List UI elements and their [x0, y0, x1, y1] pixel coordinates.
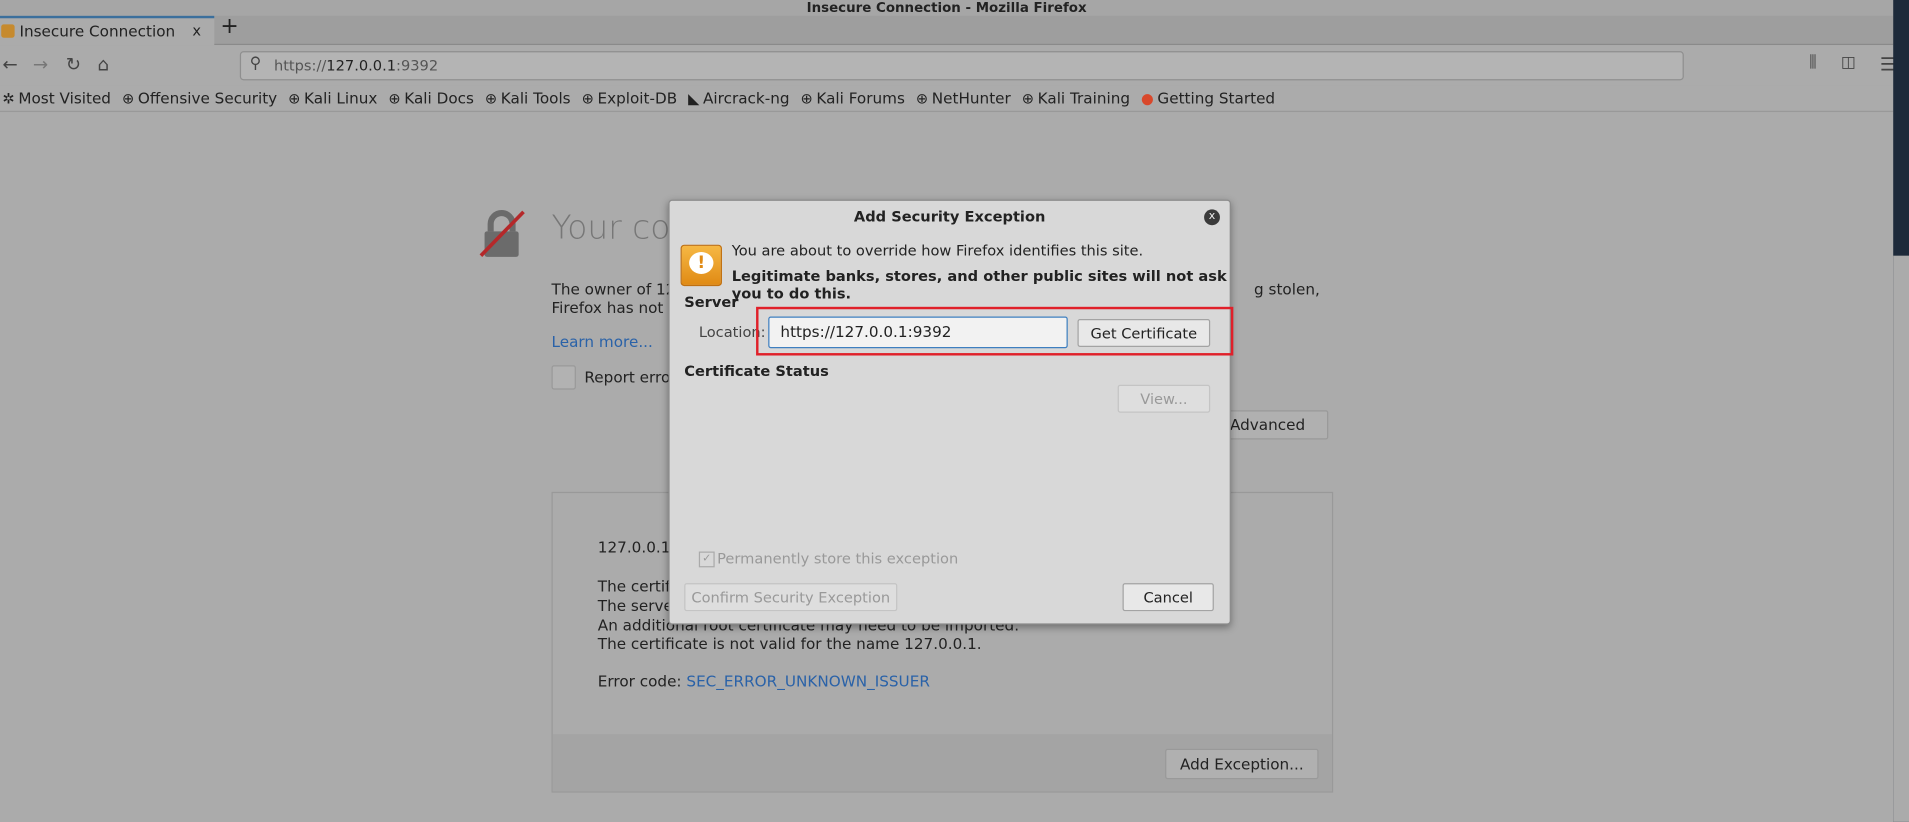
warning-icon: ! — [680, 244, 722, 287]
back-icon[interactable]: ← — [2, 54, 17, 76]
warning-text-bold: Legitimate banks, stores, and other publ… — [731, 267, 1227, 302]
intro-text-line2: Firefox has not co — [551, 298, 686, 317]
url-text: https://127.0.0.1:9392 — [273, 57, 439, 75]
view-certificate-button[interactable]: View... — [1117, 384, 1211, 413]
bookmark-label: Kali Tools — [500, 88, 571, 108]
firefox-icon: ● — [1141, 89, 1154, 107]
certificate-status-label: Certificate Status — [684, 362, 829, 380]
bookmark-label: Kali Training — [1037, 88, 1131, 108]
globe-icon: ⊕ — [288, 89, 301, 107]
forward-icon[interactable]: → — [33, 54, 48, 76]
page-edge — [1893, 255, 1909, 822]
permanently-store-checkbox[interactable]: ✓ — [698, 550, 715, 567]
bookmark-item[interactable]: ⊕ Kali Docs — [388, 89, 474, 107]
bookmark-label: Aircrack-ng — [703, 88, 790, 108]
bookmark-item[interactable]: ● Getting Started — [1141, 89, 1275, 107]
bookmarks-toolbar: ✲ Most Visited ⊕ Offensive Security ⊕ Kali Li… — [0, 85, 1894, 113]
globe-icon: ⊕ — [388, 89, 401, 107]
bookmark-item[interactable]: ⊕ Kali Tools — [485, 89, 571, 107]
warning-text: You are about to override how Firefox id… — [731, 242, 1144, 260]
sidebar-icon[interactable]: ◫ — [1841, 54, 1856, 72]
bookmark-item[interactable]: ◣ Aircrack-ng — [688, 89, 789, 107]
details-line2: The server — [597, 596, 680, 615]
error-code-link[interactable]: SEC_ERROR_UNKNOWN_ISSUER — [686, 672, 930, 690]
dialog-close-icon[interactable]: x — [1204, 209, 1220, 226]
new-tab-button[interactable]: + — [220, 13, 238, 39]
bookmark-item[interactable]: ⊕ Kali Forums — [800, 89, 904, 107]
reload-icon[interactable]: ↻ — [66, 54, 81, 76]
dialog-title: Add Security Exception — [853, 208, 1046, 226]
globe-icon: ⊕ — [915, 89, 929, 107]
report-error-checkbox[interactable] — [551, 365, 576, 390]
bookmark-label: Kali Docs — [404, 88, 474, 108]
add-security-exception-dialog: Add Security Exception x ! You are about… — [668, 199, 1231, 625]
home-icon[interactable]: ⌂ — [97, 54, 109, 76]
report-error-label: Report error — [584, 367, 677, 386]
library-icon[interactable]: ⫼ — [1809, 54, 1816, 72]
details-line4: The certificate is not valid for the nam… — [597, 634, 982, 653]
gear-icon: ✲ — [2, 89, 15, 107]
bookmark-item[interactable]: ⊕ Kali Training — [1022, 89, 1130, 107]
firefox-window: Insecure Connection - Mozilla Firefox In… — [0, 0, 1909, 822]
highlight-annotation-box — [756, 306, 1234, 356]
globe-icon: ⊕ — [484, 89, 498, 107]
bookmark-label: Exploit-DB — [597, 88, 678, 108]
server-section-label: Server — [684, 293, 739, 311]
globe-icon: ⊕ — [1021, 89, 1034, 107]
url-bar[interactable]: ⚲ https://127.0.0.1:9392 — [239, 51, 1684, 81]
window-titlebar: Insecure Connection - Mozilla Firefox — [0, 0, 1894, 16]
bookmark-item[interactable]: ⊕ Offensive Security — [122, 89, 277, 107]
bookmark-item[interactable]: ✲ Most Visited — [2, 89, 111, 107]
tab-close-icon[interactable]: x — [192, 22, 201, 39]
learn-more-link[interactable]: Learn more... — [552, 332, 653, 350]
add-exception-button[interactable]: Add Exception... — [1165, 748, 1319, 780]
broken-lock-icon — [479, 210, 525, 257]
tab-strip: Insecure Connection x + — [0, 13, 1894, 46]
bookmark-item[interactable]: ⊕ NetHunter — [916, 89, 1011, 107]
bookmark-label: Kali Linux — [304, 88, 378, 108]
bookmark-label: NetHunter — [931, 88, 1011, 108]
bookmark-label: Getting Started — [1157, 88, 1276, 108]
bookmark-label: Offensive Security — [137, 88, 278, 108]
intro-text-end: g stolen, — [1254, 280, 1320, 299]
bookmark-item[interactable]: ⊕ Exploit-DB — [582, 89, 678, 107]
permanently-store-row[interactable]: ✓ Permanently store this exception — [698, 550, 959, 568]
confirm-security-exception-button[interactable]: Confirm Security Exception — [684, 583, 898, 612]
globe-icon: ⊕ — [121, 89, 135, 107]
cancel-button[interactable]: Cancel — [1122, 583, 1214, 612]
permanently-store-label: Permanently store this exception — [717, 550, 959, 568]
aircrack-icon: ◣ — [688, 89, 700, 107]
bookmark-label: Kali Forums — [816, 88, 905, 108]
tab-insecure-connection[interactable]: Insecure Connection x — [0, 15, 215, 46]
error-code: Error code: SEC_ERROR_UNKNOWN_ISSUER — [597, 672, 930, 691]
bookmark-label: Most Visited — [18, 88, 111, 108]
window-title: Insecure Connection - Mozilla Firefox — [806, 0, 1087, 16]
bookmark-item[interactable]: ⊕ Kali Linux — [288, 89, 377, 107]
tab-label: Insecure Connection — [19, 21, 176, 41]
search-icon: ⚲ — [249, 54, 262, 74]
globe-icon: ⊕ — [581, 89, 594, 107]
globe-icon: ⊕ — [800, 89, 813, 107]
warning-favicon-icon — [1, 24, 15, 38]
